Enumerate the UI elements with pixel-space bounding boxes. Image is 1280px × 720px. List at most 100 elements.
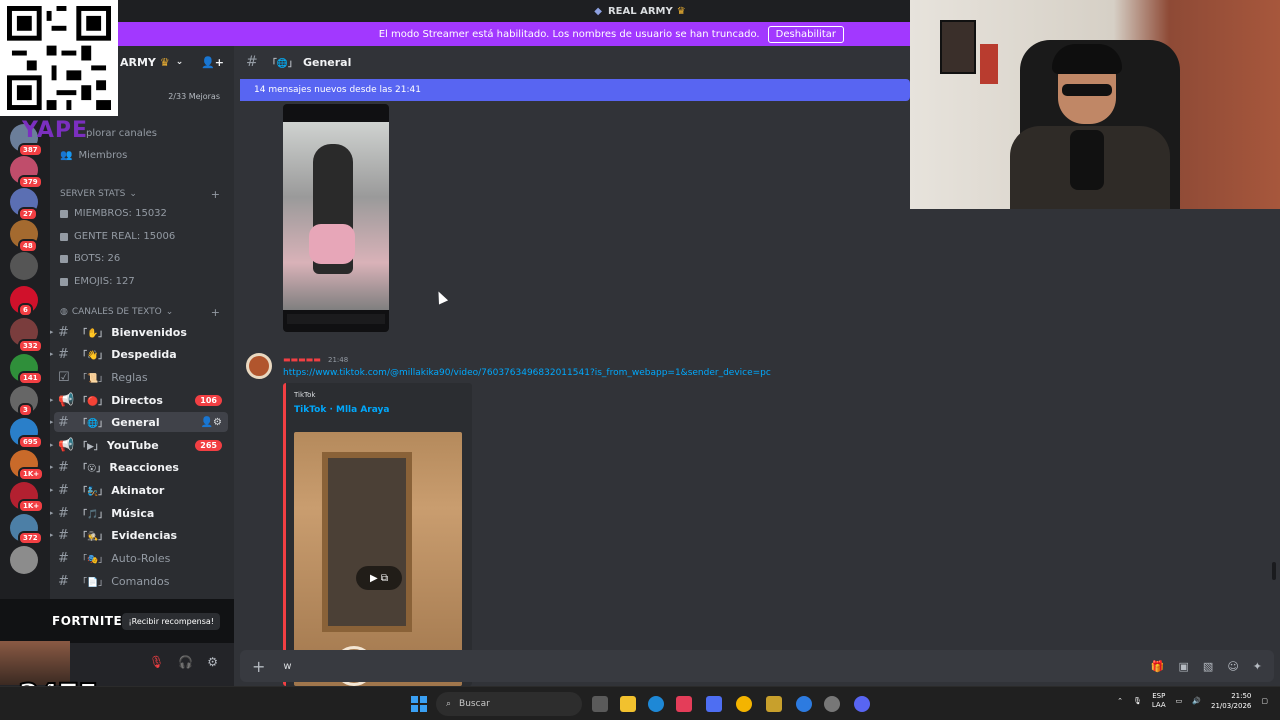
add-channel-icon[interactable]: + <box>211 306 220 319</box>
emoji-icon: 「📄」 <box>78 577 108 588</box>
globe-icon: ◍ <box>60 307 68 317</box>
channel-settings-icon[interactable]: 👤⚙ <box>201 417 222 428</box>
embed-title[interactable]: TikTok · Mlla Araya <box>294 405 389 415</box>
taskbar-search[interactable]: ⌕ Buscar <box>436 692 582 716</box>
members-nav[interactable]: 👥 Miembros <box>60 150 127 161</box>
boost-progress[interactable]: oras 2/33 Mejoras <box>100 92 220 101</box>
copilot-icon[interactable] <box>706 696 722 712</box>
channel-comandos[interactable]: # 「📄」 Comandos <box>54 571 228 591</box>
window-title: REAL ARMY <box>607 5 673 17</box>
category-server-stats[interactable]: SERVER STATS ⌄ + <box>60 188 220 201</box>
mic-muted-icon[interactable]: 🎙 <box>149 655 164 669</box>
lock-icon <box>60 209 68 218</box>
hash-icon: # <box>58 324 69 340</box>
channel-reacciones[interactable]: ▶ # 「😮」 Reacciones <box>50 457 228 477</box>
fortnite-promo[interactable]: FORTNITE ¡Recibir recompensa! <box>0 599 234 643</box>
webcam-overlay <box>910 0 1280 209</box>
chrome-icon[interactable] <box>736 696 752 712</box>
message-composer[interactable]: + w 🎁 ▣ ▧ ☺ ✦ <box>240 650 1274 682</box>
volume-icon[interactable]: 🔊 <box>1192 697 1201 705</box>
server-icon[interactable] <box>10 546 38 574</box>
search-icon: ⌕ <box>446 699 452 709</box>
edge-icon[interactable] <box>648 696 664 712</box>
stat-channel[interactable]: GENTE REAL: 15006 <box>60 231 175 242</box>
image-detail <box>309 224 355 264</box>
emoji-icon: 「▶」 <box>78 441 103 452</box>
explore-channels[interactable]: plorar canales <box>86 128 157 139</box>
server-badge: 6 <box>18 303 33 317</box>
channel-despedida[interactable]: ▶ # 「👋」 Despedida <box>50 344 228 364</box>
microphone <box>1070 130 1104 190</box>
browser-icon[interactable] <box>796 696 812 712</box>
emoji-picker-icon[interactable]: ☺ <box>1227 660 1238 673</box>
channel-akinator[interactable]: ▶ # 「🧞」 Akinator <box>50 480 228 500</box>
deafen-icon[interactable]: 🎧 <box>178 655 193 669</box>
caret-icon: ▶ <box>50 509 54 517</box>
attached-image[interactable] <box>283 104 389 332</box>
app-icon[interactable] <box>676 696 692 712</box>
channel-label: Bienvenidos <box>111 325 187 339</box>
stat-channel[interactable]: EMOJIS: 127 <box>60 276 135 287</box>
apps-icon[interactable]: ✦ <box>1253 660 1262 673</box>
composer-input[interactable]: w <box>283 661 291 672</box>
claim-reward-button[interactable]: ¡Recibir recompensa! <box>122 612 220 630</box>
megaphone-icon: 📢 <box>58 392 75 408</box>
chevron-up-icon[interactable]: ⌃ <box>1117 697 1123 705</box>
channel-reglas[interactable]: ☑ 「📜」 Reglas <box>54 367 228 387</box>
play-icon[interactable]: ▶ ⧉ <box>356 566 402 590</box>
discord-icon[interactable] <box>854 696 870 712</box>
embed-provider: TikTok <box>294 391 316 399</box>
hash-icon: # <box>246 54 258 70</box>
channel-general[interactable]: ▶ # 「🌐」 General 👤⚙ <box>50 412 228 432</box>
stat-channel[interactable]: MIEMBROS: 15032 <box>60 208 167 219</box>
message-link[interactable]: https://www.tiktok.com/@millakika90/vide… <box>283 368 771 378</box>
globe-icon: 「🌐」 <box>267 58 297 69</box>
streamer-mode-banner: El modo Streamer está habilitado. Los no… <box>0 22 910 46</box>
wall-poster <box>940 20 976 74</box>
server-icon[interactable] <box>10 252 38 280</box>
channel-musica[interactable]: ▶ # 「🎵」 Música <box>50 503 228 523</box>
gift-icon[interactable]: 🎁 <box>1151 660 1165 673</box>
promo-brand: FORTNITE <box>52 614 123 628</box>
network-icon[interactable]: ▭ <box>1176 697 1183 705</box>
server-badge: 1K+ <box>18 467 45 481</box>
crown-icon: ♛ <box>676 5 686 17</box>
explore-label: plorar canales <box>86 128 158 139</box>
gif-icon[interactable]: ▣ <box>1179 660 1189 673</box>
message-author-redacted[interactable]: ▬▬▬▬▬ <box>283 355 321 364</box>
add-channel-icon[interactable]: + <box>211 188 220 201</box>
clock[interactable]: 21:50 21/03/2026 <box>1211 691 1251 711</box>
clock-date: 21/03/2026 <box>1211 702 1252 710</box>
channel-label: YouTube <box>106 438 159 452</box>
channel-label: Despedida <box>111 347 177 361</box>
task-view-icon[interactable] <box>592 696 608 712</box>
avatar[interactable] <box>246 353 272 379</box>
windows-start-icon[interactable] <box>411 696 427 712</box>
file-explorer-icon[interactable] <box>620 696 636 712</box>
mic-icon[interactable]: 🎙 <box>1133 697 1142 705</box>
channel-label: Reacciones <box>109 460 179 474</box>
channel-youtube[interactable]: ▶ 📢 「▶」 YouTube 265 <box>50 435 228 455</box>
channel-bienvenidos[interactable]: ▶ # 「✋」 Bienvenidos <box>50 322 228 342</box>
embed-video[interactable]: ▶ ⧉ <box>294 432 462 686</box>
obs-icon[interactable] <box>824 696 840 712</box>
caret-icon: ▶ <box>50 486 54 494</box>
scrollbar-thumb[interactable] <box>1272 562 1276 580</box>
disable-streamer-button[interactable]: Deshabilitar <box>767 25 844 43</box>
stat-channel[interactable]: BOTS: 26 <box>60 253 120 264</box>
guild-name: ARMY <box>120 55 156 69</box>
attach-plus-icon[interactable]: + <box>252 657 265 676</box>
language-indicator[interactable]: ESP LAA <box>1152 692 1166 710</box>
category-text-channels[interactable]: ◍ CANALES DE TEXTO ⌄ + <box>60 306 220 319</box>
channel-evidencias[interactable]: ▶ # 「🕵」 Evidencias <box>50 525 228 545</box>
gear-icon[interactable]: ⚙ <box>207 655 218 669</box>
caret-icon: ▶ <box>50 350 54 358</box>
notification-icon[interactable]: ▢ <box>1261 697 1268 705</box>
channel-auto-roles[interactable]: # 「🎭」 Auto-Roles <box>54 548 228 568</box>
new-messages-bar[interactable]: 14 mensajes nuevos desde las 21:41 <box>240 79 910 101</box>
app-icon[interactable] <box>766 696 782 712</box>
members-icon: 👥 <box>60 150 73 161</box>
add-member-icon[interactable]: 👤+ <box>201 56 224 69</box>
sticker-icon[interactable]: ▧ <box>1203 660 1213 673</box>
channel-directos[interactable]: ▶ 📢 「🔴」 Directos 106 <box>50 390 228 410</box>
